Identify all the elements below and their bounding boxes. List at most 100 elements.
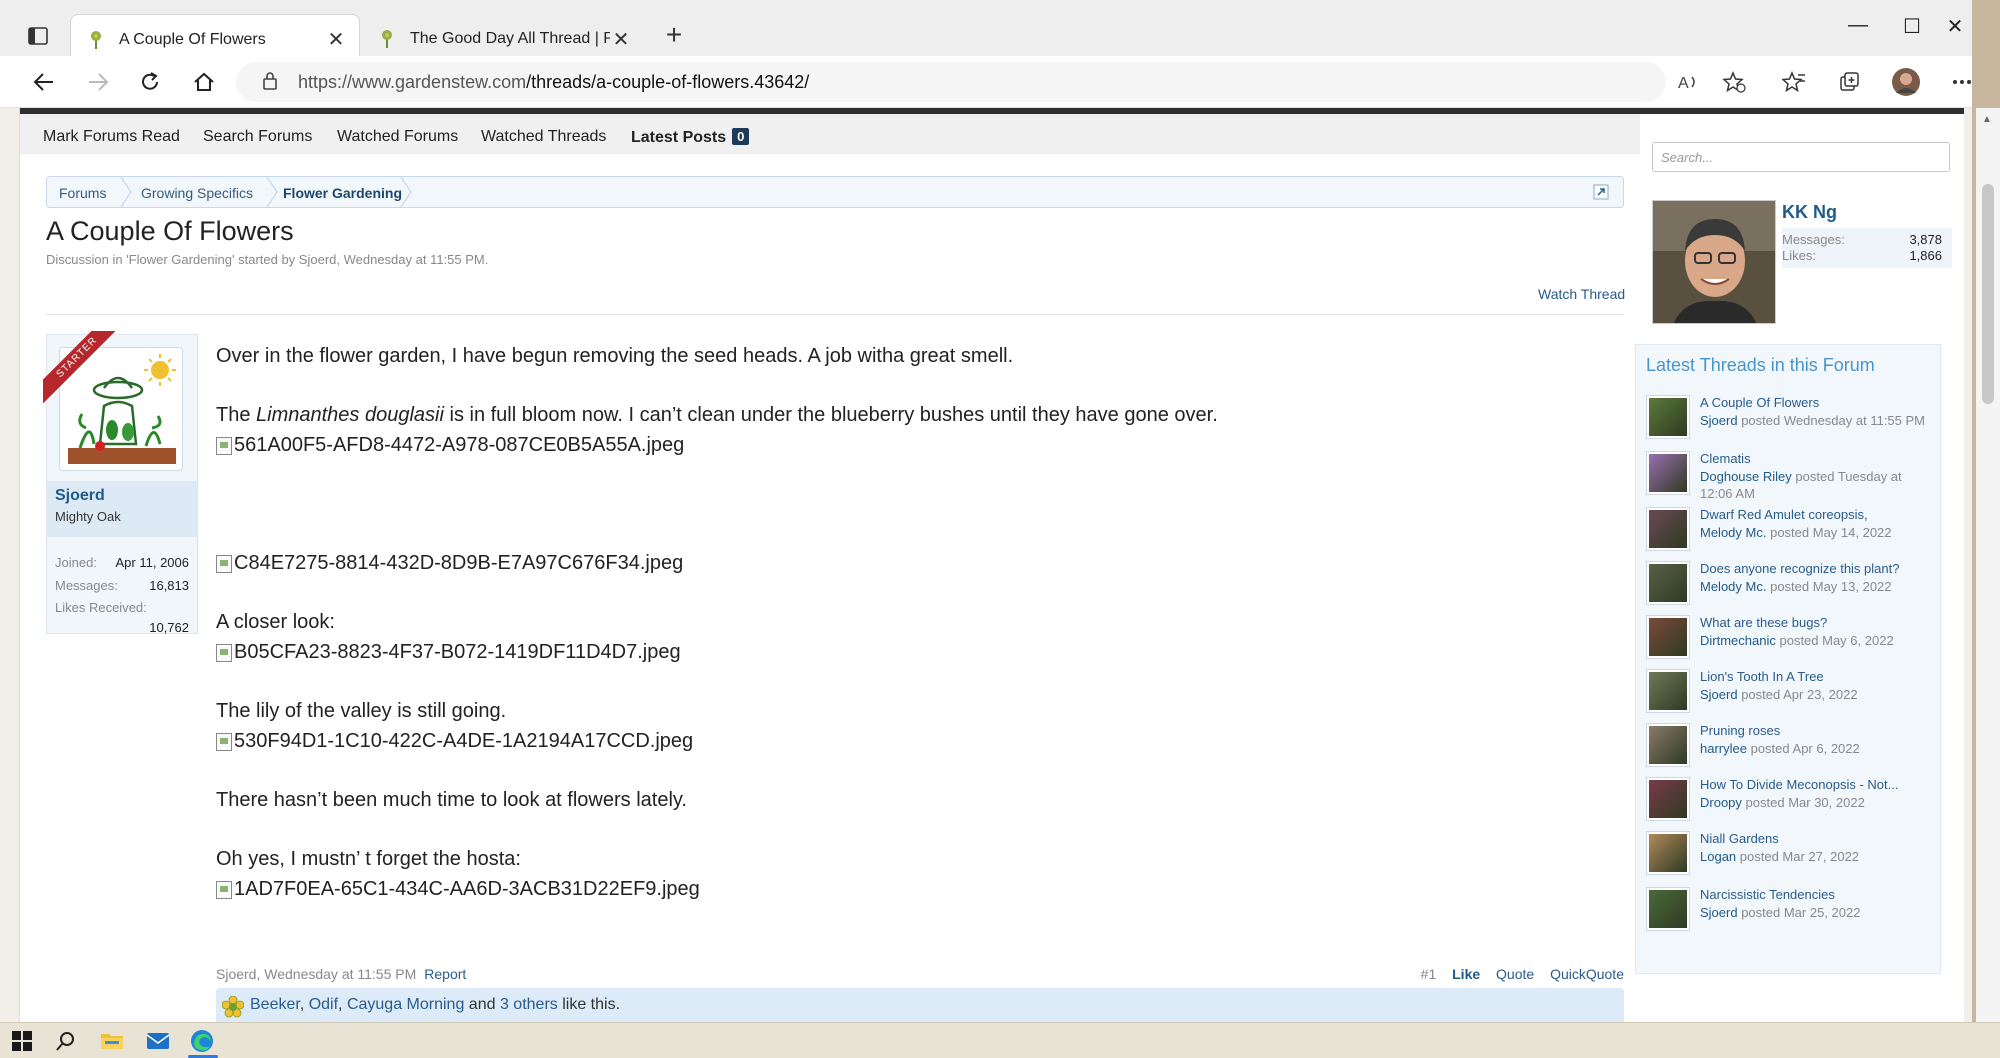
visitor-name[interactable]: KK Ng bbox=[1782, 202, 1837, 223]
watched-forums-link[interactable]: Watched Forums bbox=[337, 128, 458, 146]
scroll-up-icon[interactable]: ▲ bbox=[1982, 114, 1992, 125]
mail-icon[interactable] bbox=[144, 1029, 172, 1053]
latest-thread-item[interactable]: How To Divide Meconopsis - Not... Droopy … bbox=[1646, 777, 1936, 827]
latest-thread-user[interactable]: Melody Mc. bbox=[1700, 579, 1766, 594]
close-tab-icon[interactable]: ✕ bbox=[325, 27, 347, 52]
broken-image[interactable]: 1AD7F0EA-65C1-434C-AA6D-3ACB31D22EF9.jpe… bbox=[216, 878, 700, 901]
address-bar[interactable]: https://www.gardenstew.com/threads/a-cou… bbox=[236, 62, 1666, 102]
thread-thumbnail[interactable] bbox=[1646, 395, 1690, 439]
breadcrumb-growing-specifics[interactable]: Growing Specifics bbox=[141, 185, 253, 201]
thread-thumbnail[interactable] bbox=[1646, 723, 1690, 767]
thread-thumbnail[interactable] bbox=[1646, 615, 1690, 659]
favorites-icon[interactable] bbox=[1774, 64, 1814, 100]
messages-value[interactable]: 16,813 bbox=[149, 578, 189, 593]
latest-thread-user[interactable]: Doghouse Riley bbox=[1700, 469, 1792, 484]
mark-forums-read-link[interactable]: Mark Forums Read bbox=[43, 128, 180, 146]
latest-thread-item[interactable]: A Couple Of Flowers Sjoerd posted Wednesd… bbox=[1646, 395, 1936, 445]
thread-thumbnail[interactable] bbox=[1646, 561, 1690, 605]
broken-image[interactable]: B05CFA23-8823-4F37-B072-1419DF11D4D7.jpe… bbox=[216, 641, 681, 664]
thread-thumbnail[interactable] bbox=[1646, 887, 1690, 931]
more-menu-icon[interactable] bbox=[1942, 64, 1972, 100]
broken-image[interactable]: 561A00F5-AFD8-4472-A978-087CE0B5A55A.jpe… bbox=[216, 434, 684, 457]
maximize-icon[interactable]: ☐ bbox=[1884, 14, 1940, 46]
latest-thread-item[interactable]: What are these bugs? Dirtmechanic posted … bbox=[1646, 615, 1936, 665]
latest-thread-title[interactable]: Narcissistic Tendencies bbox=[1700, 887, 1835, 902]
like-button[interactable]: Like bbox=[1452, 966, 1480, 982]
latest-thread-user[interactable]: Melody Mc. bbox=[1700, 525, 1766, 540]
minimize-icon[interactable]: — bbox=[1830, 14, 1886, 46]
breadcrumb-forums[interactable]: Forums bbox=[59, 185, 106, 201]
watch-thread-link[interactable]: Watch Thread bbox=[1538, 286, 1625, 302]
post-author-date[interactable]: Sjoerd, Wednesday at 11:55 PM bbox=[216, 966, 416, 982]
tab-actions-icon[interactable] bbox=[18, 20, 58, 52]
latest-thread-user[interactable]: harrylee bbox=[1700, 741, 1747, 756]
author-name[interactable]: Sjoerd bbox=[55, 487, 105, 505]
visitor-likes-value[interactable]: 1,866 bbox=[1909, 248, 1942, 263]
likes-others-link[interactable]: 3 others bbox=[500, 996, 558, 1013]
windows-start-icon[interactable] bbox=[8, 1029, 36, 1053]
close-window-icon[interactable]: ✕ bbox=[1938, 14, 1972, 46]
latest-thread-item[interactable]: Does anyone recognize this plant? Melody … bbox=[1646, 561, 1936, 611]
watched-threads-link[interactable]: Watched Threads bbox=[481, 128, 606, 146]
collections-icon[interactable] bbox=[1830, 64, 1870, 100]
thread-thumbnail[interactable] bbox=[1646, 777, 1690, 821]
latest-thread-byline: harrylee posted Apr 6, 2022 bbox=[1700, 740, 1936, 757]
latest-thread-user[interactable]: Sjoerd bbox=[1700, 687, 1738, 702]
lock-icon[interactable] bbox=[262, 71, 278, 96]
latest-posts-link[interactable]: Latest Posts 0 bbox=[631, 128, 750, 147]
jump-to-icon[interactable] bbox=[1593, 184, 1609, 200]
post-number[interactable]: #1 bbox=[1421, 966, 1437, 982]
latest-thread-item[interactable]: Clematis Doghouse Riley posted Tuesday at… bbox=[1646, 451, 1936, 501]
home-icon[interactable] bbox=[184, 64, 224, 100]
search-forums-link[interactable]: Search Forums bbox=[203, 128, 312, 146]
search-icon[interactable] bbox=[52, 1029, 80, 1053]
vertical-scrollbar[interactable]: ▲ bbox=[1976, 108, 2000, 1022]
thread-thumbnail[interactable] bbox=[1646, 831, 1690, 875]
report-link[interactable]: Report bbox=[424, 966, 466, 982]
edge-browser-icon[interactable] bbox=[188, 1029, 216, 1053]
forward-icon[interactable] bbox=[78, 64, 118, 100]
latest-thread-item[interactable]: Dwarf Red Amulet coreopsis, Melody Mc. po… bbox=[1646, 507, 1936, 557]
latest-thread-title[interactable]: What are these bugs? bbox=[1700, 615, 1827, 630]
latest-thread-title[interactable]: Niall Gardens bbox=[1700, 831, 1779, 846]
latest-thread-title[interactable]: Dwarf Red Amulet coreopsis, bbox=[1700, 507, 1868, 522]
broken-image[interactable]: 530F94D1-1C10-422C-A4DE-1A2194A17CCD.jpe… bbox=[216, 730, 693, 753]
profile-avatar[interactable] bbox=[1886, 64, 1926, 100]
latest-thread-user[interactable]: Sjoerd bbox=[1700, 905, 1738, 920]
liker-link[interactable]: Odif bbox=[309, 996, 338, 1013]
new-tab-button[interactable]: + bbox=[656, 20, 692, 52]
latest-thread-item[interactable]: Narcissistic Tendencies Sjoerd posted Mar… bbox=[1646, 887, 1936, 937]
back-icon[interactable] bbox=[24, 64, 64, 100]
latest-thread-item[interactable]: Pruning roses harrylee posted Apr 6, 2022 bbox=[1646, 723, 1936, 773]
latest-thread-title[interactable]: Pruning roses bbox=[1700, 723, 1780, 738]
latest-thread-title[interactable]: Clematis bbox=[1700, 451, 1751, 466]
visitor-messages-value[interactable]: 3,878 bbox=[1909, 232, 1942, 247]
add-favorite-icon[interactable] bbox=[1714, 64, 1754, 100]
thread-thumbnail[interactable] bbox=[1646, 669, 1690, 713]
read-aloud-icon[interactable]: A bbox=[1670, 64, 1710, 100]
latest-thread-user[interactable]: Droopy bbox=[1700, 795, 1742, 810]
thread-thumbnail[interactable] bbox=[1646, 507, 1690, 551]
file-explorer-icon[interactable] bbox=[98, 1029, 126, 1053]
refresh-icon[interactable] bbox=[130, 64, 170, 100]
latest-thread-item[interactable]: Niall Gardens Logan posted Mar 27, 2022 bbox=[1646, 831, 1936, 881]
latest-thread-user[interactable]: Sjoerd bbox=[1700, 413, 1738, 428]
close-tab-icon[interactable]: ✕ bbox=[610, 27, 632, 52]
latest-thread-title[interactable]: Does anyone recognize this plant? bbox=[1700, 561, 1899, 576]
search-input[interactable]: Search... bbox=[1652, 142, 1950, 172]
broken-image[interactable]: C84E7275-8814-432D-8D9B-E7A97C676F34.jpe… bbox=[216, 552, 683, 575]
latest-thread-user[interactable]: Logan bbox=[1700, 849, 1736, 864]
liker-link[interactable]: Beeker bbox=[250, 996, 300, 1013]
latest-thread-title[interactable]: Lion's Tooth In A Tree bbox=[1700, 669, 1824, 684]
scrollbar-thumb[interactable] bbox=[1982, 184, 1994, 404]
latest-thread-title[interactable]: How To Divide Meconopsis - Not... bbox=[1700, 777, 1898, 792]
visitor-avatar[interactable] bbox=[1652, 200, 1776, 324]
latest-thread-title[interactable]: A Couple Of Flowers bbox=[1700, 395, 1819, 410]
breadcrumb-flower-gardening[interactable]: Flower Gardening bbox=[283, 185, 402, 201]
latest-thread-user[interactable]: Dirtmechanic bbox=[1700, 633, 1776, 648]
quote-button[interactable]: Quote bbox=[1496, 966, 1534, 982]
quickquote-button[interactable]: QuickQuote bbox=[1550, 966, 1624, 982]
latest-thread-item[interactable]: Lion's Tooth In A Tree Sjoerd posted Apr … bbox=[1646, 669, 1936, 719]
thread-thumbnail[interactable] bbox=[1646, 451, 1690, 495]
liker-link[interactable]: Cayuga Morning bbox=[347, 996, 464, 1013]
